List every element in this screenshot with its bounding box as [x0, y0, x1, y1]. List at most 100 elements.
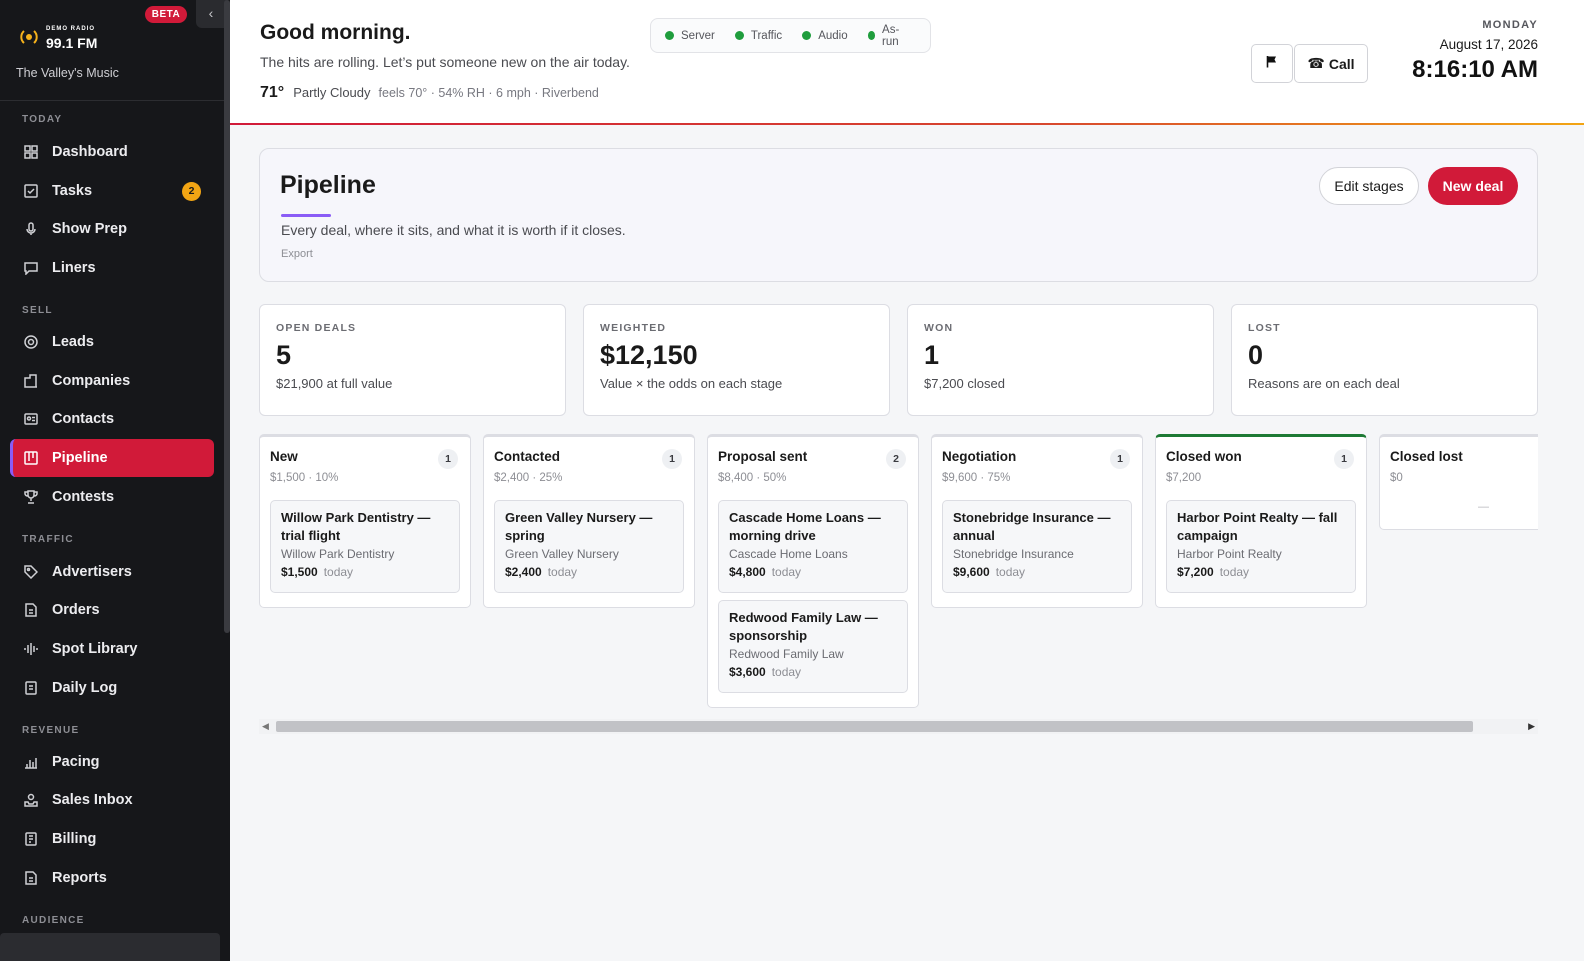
deal-company: Stonebridge Insurance: [953, 547, 1074, 561]
flag-button[interactable]: [1251, 44, 1293, 83]
id-card-icon: [23, 411, 39, 427]
sidebar-item-leads[interactable]: Leads: [10, 323, 214, 361]
status-label: Server: [681, 29, 715, 42]
sidebar-item-pacing[interactable]: Pacing: [10, 743, 214, 781]
status-label: As-run: [882, 23, 900, 48]
deal-updated: today: [771, 565, 802, 579]
stage-title: Closed won: [1166, 449, 1242, 464]
stat-value: $12,150: [600, 340, 698, 370]
status-audio: Audio: [802, 30, 848, 42]
sidebar-item-label: Spot Library: [52, 641, 138, 657]
sidebar-item-label: Daily Log: [52, 680, 118, 696]
sidebar-item-dashboard[interactable]: Dashboard: [10, 133, 214, 171]
deal-card[interactable]: Harbor Point Realty — fall campaign Harb…: [1166, 500, 1356, 593]
tag-icon: [23, 564, 39, 580]
board-horizontal-scrollbar[interactable]: ◀ ▶: [259, 719, 1538, 734]
sidebar-item-contacts[interactable]: Contacts: [10, 400, 214, 438]
sidebar-item-advertisers[interactable]: Advertisers: [10, 553, 214, 591]
sidebar-item-orders[interactable]: Orders: [10, 591, 214, 629]
stage-title: Proposal sent: [718, 449, 808, 464]
weather-condition: Partly Cloudy: [293, 85, 371, 100]
current-day: MONDAY: [1482, 19, 1538, 31]
sidebar-item-sales-inbox[interactable]: Sales Inbox: [10, 781, 214, 819]
document-icon: [23, 602, 39, 618]
scrollbar-thumb[interactable]: [276, 721, 1473, 732]
stage-value: $1,500 · 10%: [270, 472, 339, 484]
status-dot-icon: [665, 31, 674, 40]
call-button[interactable]: ☎ Call: [1294, 44, 1368, 83]
weather-detail: feels 70° · 54% RH · 6 mph · Riverbend: [378, 86, 599, 100]
stat-lost: LOST 0 Reasons are on each deal: [1231, 304, 1538, 416]
top-header: Good morning. The hits are rolling. Let’…: [230, 0, 1584, 125]
sidebar-item-label: Sales Inbox: [52, 792, 133, 808]
export-link[interactable]: Export: [281, 248, 313, 260]
sidebar-item-label: Contacts: [52, 411, 115, 427]
scroll-right-arrow-icon[interactable]: ▶: [1528, 721, 1535, 732]
section-sell: SELL: [22, 305, 53, 316]
stage-count-badge: 1: [662, 449, 682, 469]
status-dot-icon: [802, 31, 812, 40]
deal-title: Redwood Family Law — sponsorship: [729, 610, 878, 643]
scroll-left-arrow-icon[interactable]: ◀: [262, 721, 269, 732]
station-logo[interactable]: DEMO RADIO 99.1 FM: [18, 22, 128, 54]
sidebar-item-label: Pacing: [52, 754, 100, 770]
pipeline-header-card: Pipeline Every deal, where it sits, and …: [259, 148, 1538, 282]
sidebar-item-companies[interactable]: Companies: [10, 362, 214, 400]
report-icon: [23, 870, 39, 886]
stat-subtext: $7,200 closed: [924, 376, 1005, 391]
brand-frequency: 99.1 FM: [46, 35, 98, 51]
sidebar-item-billing[interactable]: Billing: [10, 820, 214, 858]
sidebar-item-daily-log[interactable]: Daily Log: [10, 669, 214, 707]
stage-column-contacted: Contacted 1 $2,400 · 25% Green Valley Nu…: [483, 434, 695, 608]
chevron-left-icon: ‹: [208, 5, 214, 21]
stat-label: WEIGHTED: [600, 322, 667, 334]
deal-company: Willow Park Dentistry: [281, 547, 395, 561]
microphone-icon: [23, 221, 39, 237]
deal-amount: $2,400: [505, 565, 542, 579]
bar-chart-icon: [23, 754, 39, 770]
stage-column-closed-lost: Closed lost $0 —: [1379, 434, 1538, 530]
checkbox-icon: [23, 183, 39, 199]
sidebar-item-pipeline[interactable]: Pipeline: [10, 439, 214, 477]
status-dot-icon: [734, 31, 744, 40]
stage-value: $9,600 · 75%: [942, 472, 1011, 484]
deal-card[interactable]: Redwood Family Law — sponsorship Redwood…: [718, 600, 908, 693]
target-icon: [23, 334, 39, 350]
deal-card[interactable]: Cascade Home Loans — morning drive Casca…: [718, 500, 908, 593]
stat-value: 1: [924, 340, 940, 370]
sidebar-item-spot-library[interactable]: Spot Library: [10, 630, 214, 668]
edit-stages-button[interactable]: Edit stages: [1319, 167, 1419, 205]
stage-title: Negotiation: [942, 449, 1017, 464]
sidebar-item-contests[interactable]: Contests: [10, 478, 214, 516]
sidebar-item-label: Pipeline: [52, 450, 108, 466]
stage-value: $8,400 · 50%: [718, 472, 787, 484]
stage-value: $2,400 · 25%: [494, 472, 563, 484]
sidebar-item-reports[interactable]: Reports: [10, 859, 214, 897]
deal-company: Cascade Home Loans: [729, 547, 848, 561]
stage-count-badge: 1: [1334, 449, 1354, 469]
deal-amount: $4,800: [729, 565, 766, 579]
section-audience: AUDIENCE: [22, 915, 85, 926]
weather: 71° Partly Cloudy feels 70° · 54% RH · 6…: [260, 84, 599, 102]
greeting-subtitle: The hits are rolling. Let’s put someone …: [260, 54, 630, 70]
deal-title: Green Valley Nursery — spring: [505, 510, 653, 543]
current-date: August 17, 2026: [1439, 37, 1538, 52]
sidebar-divider: [0, 100, 224, 101]
deal-card[interactable]: Green Valley Nursery — spring Green Vall…: [494, 500, 684, 593]
dashboard-icon: [23, 144, 39, 160]
status-traffic: Traffic: [734, 30, 782, 42]
current-time: 8:16:10 AM: [1412, 56, 1538, 83]
sidebar-item-label: Tasks: [52, 183, 93, 199]
sidebar-item-show-prep[interactable]: Show Prep: [10, 210, 214, 248]
stage-column-negotiation: Negotiation 1 $9,600 · 75% Stonebridge I…: [931, 434, 1143, 608]
sidebar-item-tasks[interactable]: Tasks 2: [10, 172, 214, 210]
new-deal-button[interactable]: New deal: [1428, 167, 1518, 205]
stage-column-new: New 1 $1,500 · 10% Willow Park Dentistry…: [259, 434, 471, 608]
deal-card[interactable]: Willow Park Dentistry — trial flight Wil…: [270, 500, 460, 593]
page-subtitle: Every deal, where it sits, and what it i…: [281, 222, 626, 238]
deal-amount: $9,600: [953, 565, 990, 579]
section-traffic: TRAFFIC: [22, 534, 74, 545]
collapse-sidebar-button[interactable]: ‹: [196, 0, 226, 28]
deal-card[interactable]: Stonebridge Insurance — annual Stonebrid…: [942, 500, 1132, 593]
sidebar-item-liners[interactable]: Liners: [10, 249, 214, 287]
